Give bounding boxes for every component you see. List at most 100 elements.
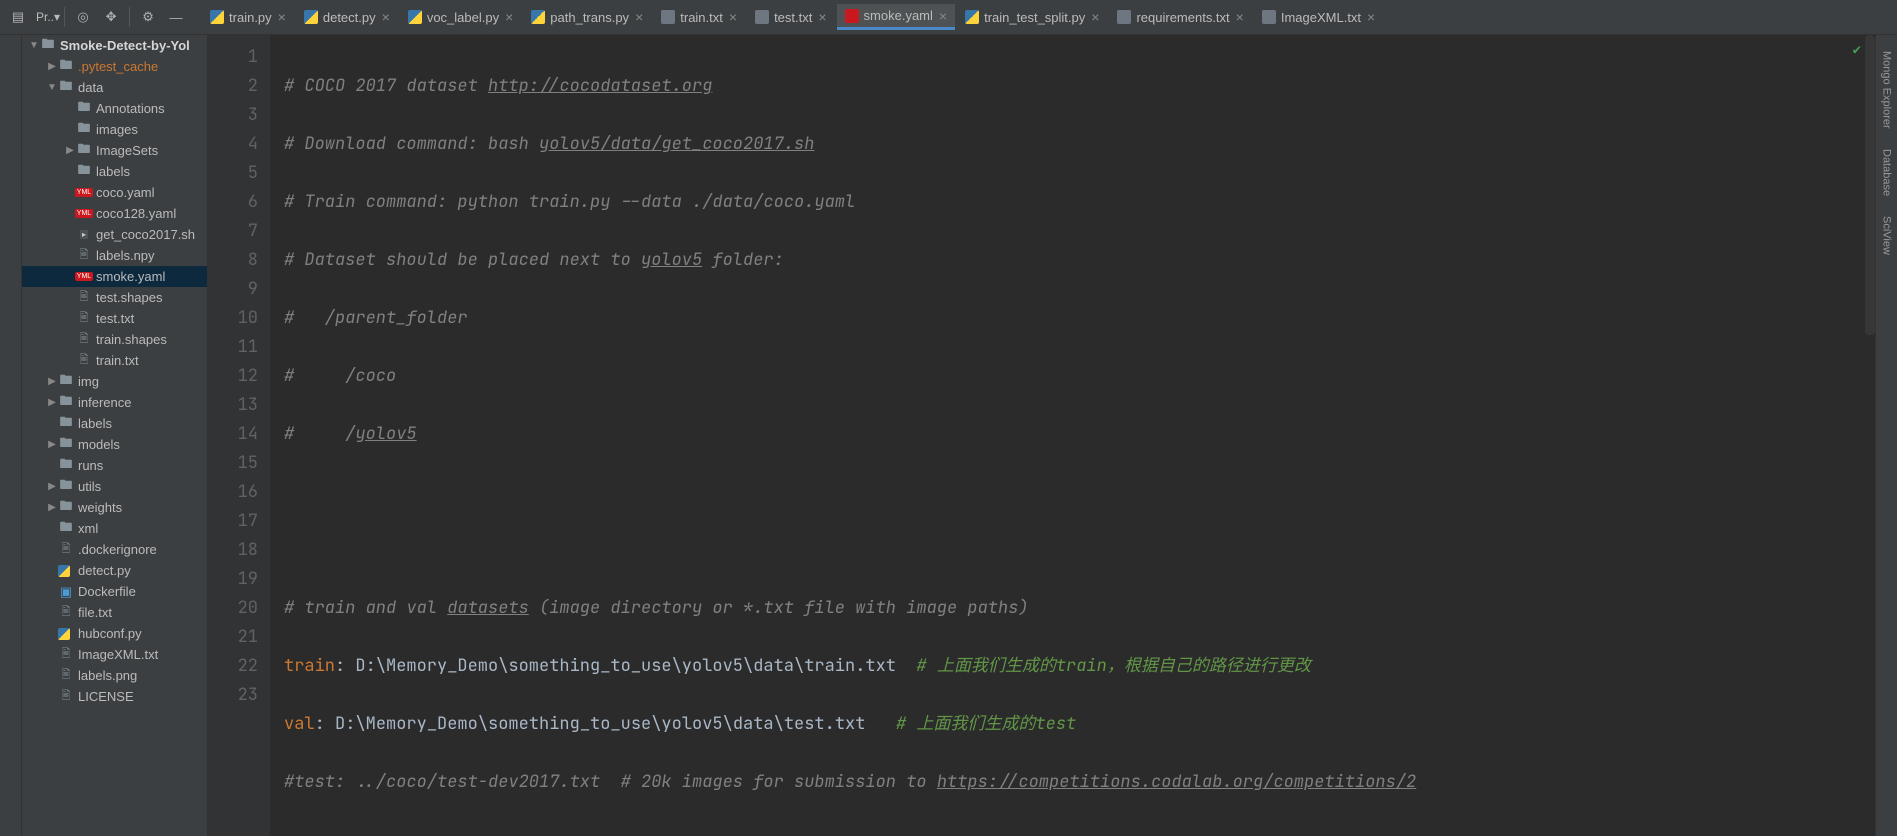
tree-item-train-txt[interactable]: 🖹train.txt [22,350,207,371]
right-tab-database[interactable]: Database [1879,139,1895,206]
project-label[interactable]: Pr..▾ [36,10,60,24]
tree-item-coco128-yaml[interactable]: YMLcoco128.yaml [22,203,207,224]
tree-item-images[interactable]: 🖿images [22,119,207,140]
close-icon[interactable]: × [635,9,643,25]
close-icon[interactable]: × [505,9,513,25]
file-icon: 🖹 [58,669,74,683]
close-icon[interactable]: × [818,9,826,25]
tree-item-coco-yaml[interactable]: YMLcoco.yaml [22,182,207,203]
tree-item-Annotations[interactable]: 🖿Annotations [22,98,207,119]
tree-arrow-icon[interactable]: ▶ [46,481,58,492]
tree-arrow-icon[interactable]: ▼ [46,82,58,93]
tab-ImageXML-txt[interactable]: ImageXML.txt× [1254,4,1383,30]
tree-label: weights [78,500,122,515]
tree-arrow-icon[interactable]: ▶ [46,376,58,387]
right-tab-sciview[interactable]: SciView [1879,206,1895,265]
tree-item-data[interactable]: ▼🖿data [22,77,207,98]
tab-voc_label-py[interactable]: voc_label.py× [400,4,521,30]
tree-label: detect.py [78,563,131,578]
line-number: 1 [208,43,258,72]
tree-item-Smoke-Detect-by-Yol[interactable]: ▼🖿Smoke-Detect-by-Yol [22,35,207,56]
folder-icon: 🖿 [58,480,74,494]
tree-item-weights[interactable]: ▶🖿weights [22,497,207,518]
project-dropdown[interactable]: ▤ [6,5,30,29]
editor-tabs: train.py×detect.py×voc_label.py×path_tra… [202,0,1385,35]
line-number: 18 [208,536,258,565]
tab-label: train.py [229,10,272,25]
tab-label: train_test_split.py [984,10,1085,25]
tree-item-labels-npy[interactable]: 🖹labels.npy [22,245,207,266]
file-icon: 🖹 [76,249,92,263]
line-number: 3 [208,101,258,130]
tree-item-models[interactable]: ▶🖿models [22,434,207,455]
tab-requirements-txt[interactable]: requirements.txt × [1109,4,1251,30]
tree-item-smoke-yaml[interactable]: YMLsmoke.yaml [22,266,207,287]
tab-path_trans-py[interactable]: path_trans.py× [523,4,651,30]
tree-label: inference [78,395,131,410]
right-tab-mongo-explorer[interactable]: Mongo Explorer [1879,41,1895,139]
tree-item-labels[interactable]: 🖿labels [22,161,207,182]
tree-item-hubconf-py[interactable]: hubconf.py [22,623,207,644]
tree-arrow-icon[interactable]: ▶ [64,145,76,156]
close-icon[interactable]: × [939,8,947,24]
tree-item-inference[interactable]: ▶🖿inference [22,392,207,413]
tree-item-labels[interactable]: 🖿labels [22,413,207,434]
close-icon[interactable]: × [382,9,390,25]
tree-label: data [78,80,103,95]
tree-item-file-txt[interactable]: 🖹file.txt [22,602,207,623]
tree-item-ImageSets[interactable]: ▶🖿ImageSets [22,140,207,161]
close-icon[interactable]: × [729,9,737,25]
yml-icon [845,9,859,23]
tab-label: requirements.txt [1136,10,1229,25]
project-tree[interactable]: ▼🖿Smoke-Detect-by-Yol▶🖿.pytest_cache▼🖿da… [22,35,208,836]
tree-arrow-icon[interactable]: ▶ [46,397,58,408]
tree-item-detect-py[interactable]: detect.py [22,560,207,581]
tree-item-labels-png[interactable]: 🖹labels.png [22,665,207,686]
tree-item-Dockerfile[interactable]: ▣Dockerfile [22,581,207,602]
close-icon[interactable]: × [278,9,286,25]
tab-test-txt[interactable]: test.txt× [747,4,834,30]
tree-item-train-shapes[interactable]: 🖹train.shapes [22,329,207,350]
tab-train-txt[interactable]: train.txt× [653,4,745,30]
tree-item-LICENSE[interactable]: 🖹LICENSE [22,686,207,707]
tree-arrow-icon[interactable]: ▶ [46,502,58,513]
code-area[interactable]: # COCO 2017 dataset http://cocodataset.o… [270,35,1875,836]
tab-smoke-yaml[interactable]: smoke.yaml× [837,4,956,30]
tree-item-img[interactable]: ▶🖿img [22,371,207,392]
code-editor[interactable]: 1234567891011121314151617181920212223 # … [208,35,1875,836]
tree-item-utils[interactable]: ▶🖿utils [22,476,207,497]
gear-icon[interactable]: ⚙ [136,5,160,29]
tree-label: xml [78,521,98,536]
tree-arrow-icon[interactable]: ▼ [28,40,40,51]
tree-item-runs[interactable]: 🖿runs [22,455,207,476]
yaml-icon: YML [76,207,92,221]
line-number: 2 [208,72,258,101]
close-icon[interactable]: × [1091,9,1099,25]
line-number: 6 [208,188,258,217]
close-icon[interactable]: × [1367,9,1375,25]
close-icon[interactable]: × [1236,9,1244,25]
tree-item-test-shapes[interactable]: 🖹test.shapes [22,287,207,308]
tree-item-test-txt[interactable]: 🖹test.txt [22,308,207,329]
check-icon[interactable]: ✔ [1853,41,1861,59]
txt-icon [661,10,675,24]
tree-arrow-icon[interactable]: ▶ [46,439,58,450]
tab-detect-py[interactable]: detect.py× [296,4,398,30]
scrollbar-thumb[interactable] [1865,35,1875,335]
tree-item-ImageXML-txt[interactable]: 🖹ImageXML.txt [22,644,207,665]
tree-arrow-icon[interactable]: ▶ [46,61,58,72]
expand-icon[interactable]: ✥ [99,5,123,29]
tree-item-get-coco2017-sh[interactable]: ▸get_coco2017.sh [22,224,207,245]
tree-item--pytest-cache[interactable]: ▶🖿.pytest_cache [22,56,207,77]
collapse-icon[interactable]: — [164,5,188,29]
line-gutter: 1234567891011121314151617181920212223 [208,35,270,836]
target-icon[interactable]: ◎ [71,5,95,29]
folder-icon: 🖿 [76,102,92,116]
tab-train-py[interactable]: train.py × [202,4,294,30]
tree-item--dockerignore[interactable]: 🖹.dockerignore [22,539,207,560]
tree-item-xml[interactable]: 🖿xml [22,518,207,539]
folder-icon: 🖿 [58,438,74,452]
line-number: 13 [208,391,258,420]
left-tool-stripe[interactable] [0,35,22,836]
tab-train_test_split-py[interactable]: train_test_split.py × [957,4,1107,30]
